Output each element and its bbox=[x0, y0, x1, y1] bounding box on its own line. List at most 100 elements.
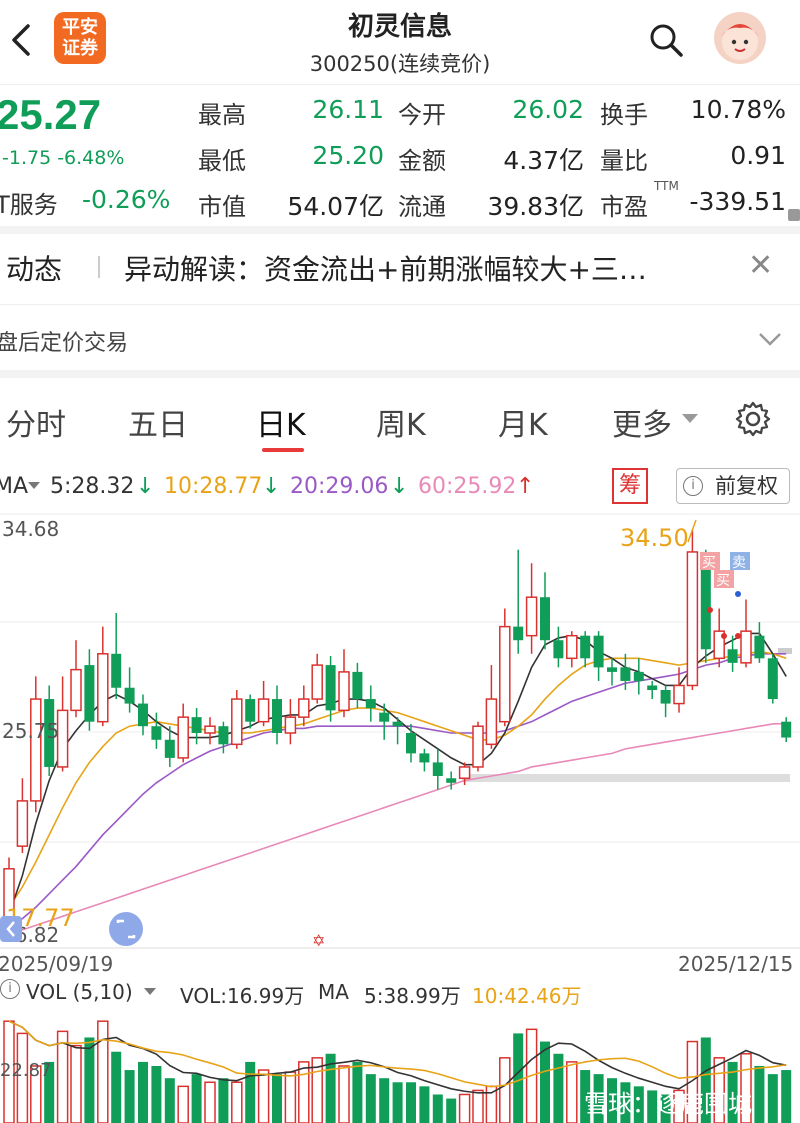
volume-bar bbox=[365, 1074, 376, 1123]
dropdown-arrow-icon[interactable] bbox=[682, 414, 698, 423]
active-tab-indicator bbox=[262, 448, 304, 452]
down-arrow-icon: ↓ bbox=[262, 474, 281, 499]
amount-value: 4.37亿 bbox=[503, 146, 584, 175]
candle bbox=[16, 778, 29, 853]
candle bbox=[257, 680, 270, 727]
tab-monthly-k[interactable]: 月K bbox=[498, 400, 548, 444]
adjust-mode-button[interactable]: i 前复权 bbox=[676, 468, 790, 504]
volume-bar bbox=[284, 1071, 297, 1123]
candle bbox=[607, 658, 617, 686]
candle bbox=[325, 656, 336, 722]
divider bbox=[0, 370, 800, 378]
volume-bar bbox=[446, 1098, 457, 1123]
max-price-marker: 34.50 bbox=[620, 524, 689, 552]
candle bbox=[311, 653, 323, 704]
ma10-value: 10:28.77 bbox=[164, 474, 263, 499]
tab-intraday[interactable]: 分时 bbox=[6, 400, 66, 444]
after-hours-label: 盘后定价交易 bbox=[0, 331, 129, 356]
caret-down-icon[interactable] bbox=[28, 482, 40, 489]
info-icon[interactable]: i bbox=[0, 979, 20, 999]
candle bbox=[499, 608, 511, 727]
search-icon[interactable] bbox=[648, 22, 684, 58]
turnover-label: 换手 bbox=[600, 101, 648, 129]
candle bbox=[767, 653, 778, 704]
chevron-down-icon[interactable] bbox=[756, 325, 784, 353]
candle bbox=[781, 717, 792, 743]
candle bbox=[272, 685, 282, 745]
volume-bar bbox=[257, 1069, 270, 1123]
sector-label[interactable]: IT服务 bbox=[0, 185, 58, 220]
date-end: 2025/12/15 bbox=[678, 952, 794, 976]
volume-bar bbox=[245, 1061, 256, 1123]
user-avatar[interactable] bbox=[714, 12, 766, 64]
volume-bar bbox=[70, 1044, 82, 1123]
tab-daily-k[interactable]: 日K bbox=[256, 400, 306, 444]
expand-chart-icon[interactable] bbox=[109, 912, 143, 946]
candle bbox=[566, 631, 578, 668]
divider bbox=[98, 256, 100, 278]
pe-label: 市盈 bbox=[600, 193, 648, 221]
candle bbox=[191, 708, 202, 745]
gear-icon[interactable] bbox=[734, 400, 772, 438]
candle bbox=[97, 626, 109, 727]
volume-bar bbox=[338, 1065, 350, 1123]
ma-label[interactable]: MA bbox=[0, 474, 28, 499]
volume-bar bbox=[406, 1082, 416, 1123]
volume-bar bbox=[84, 1037, 95, 1123]
news-ticker[interactable]: 动态 异动解读：资金流出+前期涨幅较大+三… ✕ bbox=[0, 232, 800, 304]
close-icon[interactable]: ✕ bbox=[748, 248, 773, 283]
candle bbox=[740, 599, 752, 668]
caret-down-icon[interactable] bbox=[144, 988, 156, 995]
candle bbox=[392, 717, 403, 745]
open-value: 26.02 bbox=[512, 95, 584, 124]
candle bbox=[686, 529, 699, 690]
candle bbox=[593, 631, 604, 681]
down-arrow-icon: ↓ bbox=[136, 474, 155, 499]
up-arrow-icon: ↑ bbox=[516, 474, 535, 499]
mktcap-label: 市值 bbox=[198, 193, 246, 221]
volume-bar bbox=[177, 1085, 189, 1123]
candle bbox=[177, 703, 189, 763]
candle bbox=[633, 658, 644, 695]
volume-bar bbox=[499, 1057, 511, 1123]
volume-bar bbox=[419, 1086, 430, 1123]
tab-more[interactable]: 更多 bbox=[612, 400, 672, 444]
collapse-left-icon[interactable] bbox=[0, 916, 22, 942]
volume-bar bbox=[379, 1078, 390, 1123]
candle bbox=[365, 685, 376, 722]
candle bbox=[525, 563, 538, 654]
candlestick-chart[interactable]: 34.68 25.75 16.82 34.50 17.77 买 买 卖 ✡ bbox=[0, 512, 800, 952]
adjust-mode-label: 前复权 bbox=[715, 474, 778, 498]
low-value: 25.20 bbox=[312, 141, 384, 170]
volume-bar bbox=[231, 1081, 243, 1123]
event-star-icon[interactable]: ✡ bbox=[312, 931, 325, 950]
tab-five-day[interactable]: 五日 bbox=[128, 400, 188, 444]
candle bbox=[111, 613, 122, 700]
after-hours-row[interactable]: 盘后定价交易 bbox=[0, 304, 800, 370]
vol-value: VOL:16.99万 bbox=[180, 984, 305, 1008]
sector-change: -0.26% bbox=[82, 185, 171, 214]
volume-bar bbox=[781, 1070, 792, 1123]
volume-bar bbox=[392, 1082, 403, 1123]
high-value: 26.11 bbox=[312, 95, 384, 124]
vol-label[interactable]: VOL (5,10) bbox=[26, 980, 133, 1004]
pe-ttm-sup: TTM bbox=[654, 179, 679, 193]
info-icon: i bbox=[683, 476, 703, 496]
candle bbox=[419, 748, 430, 772]
candle bbox=[352, 662, 363, 709]
candle bbox=[70, 640, 82, 718]
ma20-value: 20:29.06 bbox=[290, 474, 389, 499]
candle bbox=[218, 721, 229, 754]
volume-bar bbox=[56, 1030, 69, 1123]
volume-bar bbox=[111, 1051, 122, 1123]
volume-bar bbox=[97, 1020, 109, 1123]
scroll-indicator bbox=[788, 209, 800, 221]
candle bbox=[580, 631, 591, 668]
signal-dot bbox=[721, 633, 727, 639]
chip-distribution-button[interactable]: 筹 bbox=[612, 468, 648, 504]
news-text[interactable]: 异动解读：资金流出+前期涨幅较大+三… bbox=[124, 248, 647, 288]
tab-weekly-k[interactable]: 周K bbox=[376, 400, 426, 444]
ma5-value: 5:28.32 bbox=[50, 474, 135, 499]
news-tag: 动态 bbox=[6, 253, 63, 286]
watermark: 雪球：逐鹿围城 bbox=[584, 1090, 752, 1118]
